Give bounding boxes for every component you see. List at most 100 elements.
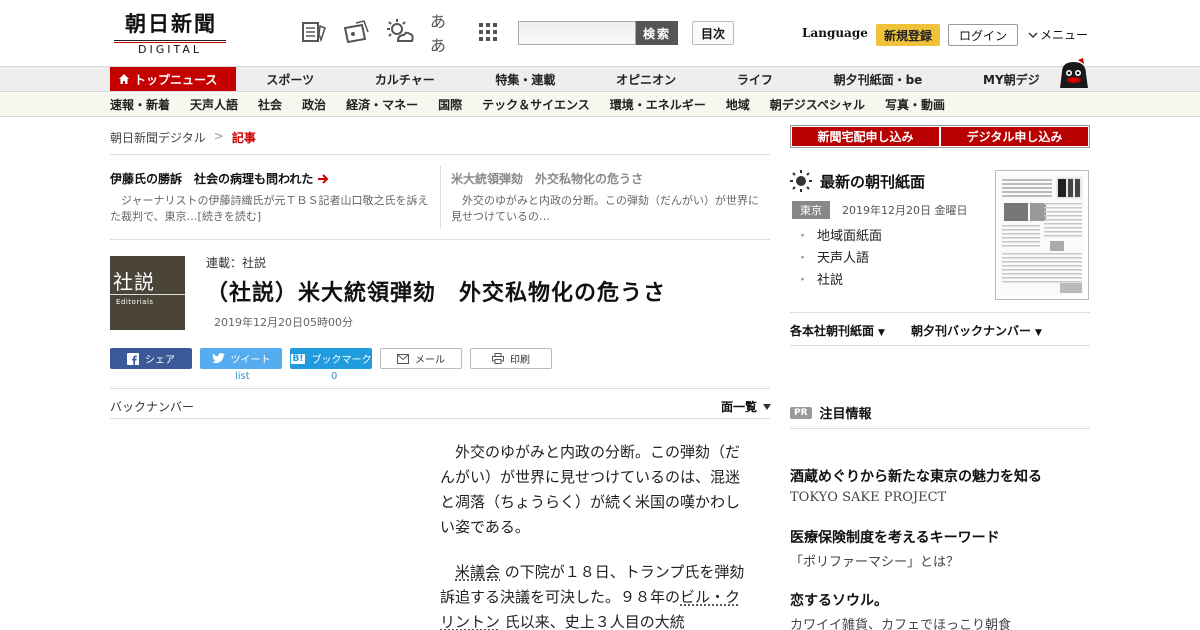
list-item[interactable]: 社説 [796,270,882,292]
list-item[interactable]: 地域面紙面 [796,226,882,248]
subscribe-paper-button[interactable]: 新聞宅配申し込み [792,127,939,146]
nav-life[interactable]: ライフ [707,67,804,91]
login-button[interactable]: ログイン [948,24,1018,46]
font-size-icon[interactable]: ああ [430,12,458,55]
nav-culture[interactable]: カルチャー [344,67,465,91]
editorials-thumbnail[interactable]: 社説 Editorials [110,256,185,330]
twitter-count[interactable]: list [235,371,250,382]
nav-opinion[interactable]: オピニオン [586,67,707,91]
promo-item[interactable]: 酒蔵めぐりから新たな東京の魅力を知る TOKYO SAKE PROJECT [790,466,1042,505]
nav-breaking[interactable]: 速報・新着 [110,93,170,116]
divider [790,312,1090,313]
paper-archive-links: 各本社朝刊紙面 ▼ 朝夕刊バックナンバー ▼ [790,322,1042,339]
menu-button[interactable]: メニュー [1028,26,1088,43]
grid-menu-icon[interactable] [474,18,502,46]
nav-photo-video[interactable]: 写真・動画 [885,93,945,116]
hatena-icon: B! [290,353,306,364]
related-title[interactable]: 米大統領弾劾 外交私物化の危うさ [451,170,767,187]
divider [110,154,770,155]
paper-meta: 東京 2019年12月20日 金曜日 [792,201,968,219]
mail-share-button[interactable]: メール [380,348,462,369]
facebook-share-button[interactable]: シェア [110,348,192,369]
divider [110,418,770,419]
nav-sports[interactable]: スポーツ [236,67,344,91]
promo-title[interactable]: 酒蔵めぐりから新たな東京の魅力を知る [790,466,1042,486]
series-label[interactable]: 連載：社説 [206,254,266,271]
list-item[interactable]: 天声人語 [796,248,882,270]
related-summary: 外交のゆがみと内政の分断。この弾劾（だんがい）が世界に見せつけているの… [451,194,759,223]
site-logo[interactable]: 朝日新聞 DIGITAL [112,11,230,56]
nav-economy[interactable]: 経済・マネー [346,93,418,116]
divider [110,388,770,389]
breadcrumb-home[interactable]: 朝日新聞デジタル [110,129,206,146]
ticket-icon[interactable] [342,18,370,46]
promo-item[interactable]: 医療保険制度を考えるキーワード 「ポリファーマシー」とは？ [790,527,1000,570]
nav-politics[interactable]: 政治 [302,93,326,116]
promo-subtitle: TOKYO SAKE PROJECT [790,490,947,505]
hatena-count[interactable]: 0 [331,371,337,382]
paper-backnumber-dropdown[interactable]: 朝夕刊バックナンバー ▼ [911,322,1042,339]
article-paragraph: 米議会 の下院が１８日、トランプ氏を弾劾訴追する決議を可決した。９８年のビル・ク… [440,563,745,630]
page-list-dropdown[interactable]: 面一覧 [721,398,772,415]
nav-top-news[interactable]: トップニュース [110,67,236,91]
nav-paper[interactable]: 朝夕刊紙面・be [803,67,952,91]
promo-item[interactable]: 恋するソウル。 カワイイ雑貨、カフェでほっこり朝食 [790,590,1011,630]
keyword-link[interactable]: 米議会 [455,563,500,581]
breadcrumb-separator: > [213,129,224,143]
search-input[interactable] [518,21,636,45]
logo-text: 朝日新聞 [125,11,217,36]
article-paragraph: 外交のゆがみと内政の分断。この弾劾（だんがい）が世界に見せつけているのは、混迷と… [440,443,741,536]
print-icon [492,353,504,364]
language-link[interactable]: Language [802,26,868,40]
mascot-icon[interactable] [1056,58,1092,92]
back-numbers-link[interactable]: バックナンバー [110,398,194,415]
mail-icon [397,353,409,364]
article-body: 外交のゆがみと内政の分断。この弾劾（だんがい）が世界に見せつけているのは、混迷と… [440,440,750,630]
subscription-buttons: 新聞宅配申し込み デジタル申し込み [790,125,1090,148]
pr-section-heading: PR 注目情報 [790,403,872,422]
arrow-right-icon [318,173,329,184]
divider [790,428,1090,429]
nav-environment[interactable]: 環境・エネルギー [610,93,706,116]
site-header: 朝日新聞 DIGITAL ああ 検索 目次 Language 新規登録 ログイン… [0,0,1200,66]
region-tag: 東京 [792,201,830,219]
promo-title[interactable]: 医療保険制度を考えるキーワード [790,527,1000,547]
publish-date: 2019年12月20日05時00分 [214,316,353,329]
nav-my-asadigi[interactable]: MY朝デジ [953,67,1070,91]
nav-international[interactable]: 国際 [438,93,462,116]
pr-badge: PR [790,406,812,419]
breadcrumb: 朝日新聞デジタル > 記事 [110,129,256,146]
regional-papers-dropdown[interactable]: 各本社朝刊紙面 ▼ [790,322,885,339]
nav-society[interactable]: 社会 [258,93,282,116]
newspaper-front-page-image[interactable] [995,170,1089,300]
nav-tech-science[interactable]: テック＆サイエンス [482,93,590,116]
divider [790,345,1090,346]
related-title[interactable]: 伊藤氏の勝訴 社会の病理も問われた [110,170,313,187]
caret-down-icon [763,403,772,410]
toc-button[interactable]: 目次 [692,21,734,45]
newspaper-icon[interactable] [300,18,328,46]
latest-paper-heading: 最新の朝刊紙面 [790,170,925,192]
nav-region[interactable]: 地域 [726,93,750,116]
home-icon [119,74,129,84]
nav-features[interactable]: 特集・連載 [465,67,586,91]
article-headline: （社説）米大統領弾劾 外交私物化の危うさ [206,281,667,306]
twitter-share-button[interactable]: ツイート [200,348,282,369]
divider [110,239,770,240]
nav-tensei-jingo[interactable]: 天声人語 [190,93,238,116]
print-button[interactable]: 印刷 [470,348,552,369]
facebook-icon [127,352,139,365]
weather-icon[interactable] [386,18,414,46]
signup-button[interactable]: 新規登録 [876,24,940,46]
secondary-nav: 速報・新着 天声人語 社会 政治 経済・マネー 国際 テック＆サイエンス 環境・… [0,93,1200,117]
related-summary: ジャーナリストの伊藤詩織氏が元ＴＢＳ記者山口敬之氏を訴えた裁判で、東京…[続きを… [110,194,429,223]
promo-subtitle: 「ポリファーマシー」とは？ [790,555,960,570]
search-button[interactable]: 検索 [636,21,678,45]
hatena-bookmark-button[interactable]: B! ブックマーク [290,348,372,369]
nav-special[interactable]: 朝デジスペシャル [770,93,865,116]
subscribe-digital-button[interactable]: デジタル申し込み [941,127,1088,146]
related-editorial-1[interactable]: 伊藤氏の勝訴 社会の病理も問われた ジャーナリストの伊藤詩織氏が元ＴＢＳ記者山口… [110,170,430,225]
promo-title[interactable]: 恋するソウル。 [790,590,1011,610]
related-editorial-2[interactable]: 米大統領弾劾 外交私物化の危うさ 外交のゆがみと内政の分断。この弾劾（だんがい）… [451,170,767,225]
breadcrumb-current: 記事 [231,131,256,145]
